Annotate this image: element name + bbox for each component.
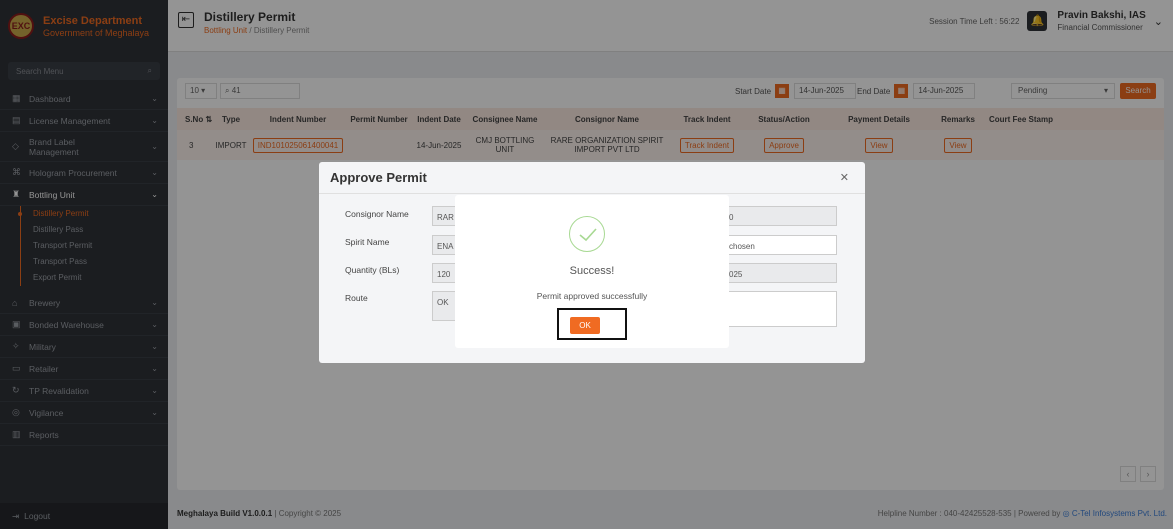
close-icon[interactable]: ✕ [840, 171, 849, 184]
success-dialog: Success! Permit approved successfully OK [455, 195, 729, 348]
spirit-label: Spirit Name [345, 237, 390, 247]
ok-highlight-frame: OK [557, 308, 627, 340]
success-check-icon [569, 216, 605, 252]
modal-title: Approve Permit [330, 170, 427, 185]
success-message: Permit approved successfully [536, 291, 648, 301]
route-label: Route [345, 293, 368, 303]
right-field-3[interactable]: 025 [724, 263, 837, 283]
quantity-label: Quantity (BLs) [345, 265, 400, 275]
consignor-label: Consignor Name [345, 209, 409, 219]
right-field-2[interactable]: chosen [724, 235, 837, 255]
right-field-4[interactable] [724, 291, 837, 327]
right-field-1[interactable]: 0 [724, 206, 837, 226]
ok-button[interactable]: OK [570, 317, 600, 334]
success-title: Success! [569, 265, 615, 277]
